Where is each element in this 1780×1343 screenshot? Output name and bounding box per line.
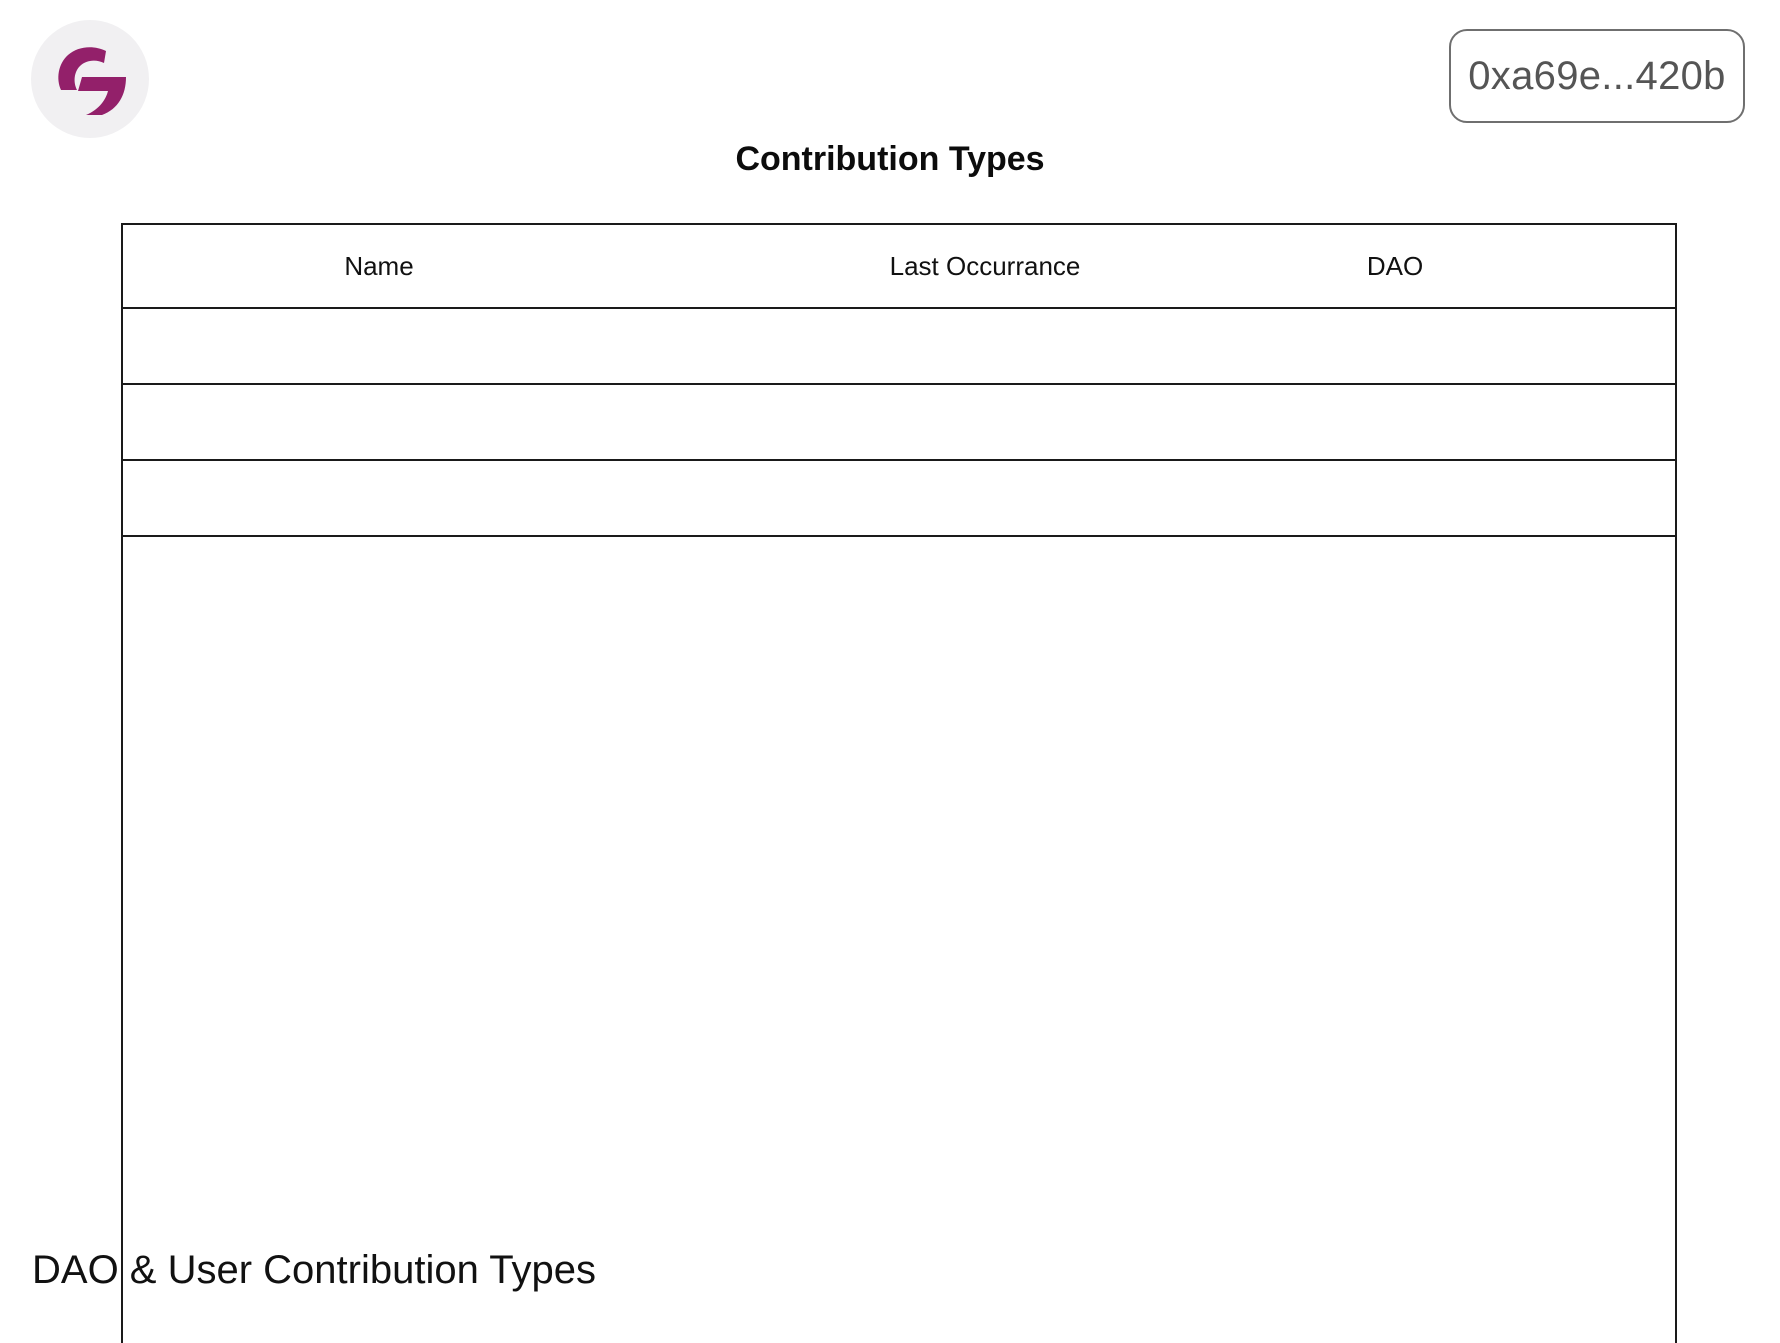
column-header-dao[interactable]: DAO (1367, 225, 1423, 307)
table-row[interactable] (123, 309, 1675, 385)
logo[interactable] (31, 20, 149, 138)
column-header-last-occurrance[interactable]: Last Occurrance (890, 225, 1081, 307)
table-row[interactable] (123, 385, 1675, 461)
page-title: Contribution Types (735, 140, 1045, 178)
table-header: Name Last Occurrance DAO (123, 225, 1675, 309)
column-header-name[interactable]: Name (344, 225, 413, 307)
contribution-types-table: Name Last Occurrance DAO (121, 223, 1677, 1343)
g-logo-icon (58, 47, 126, 115)
wallet-address-button[interactable]: 0xa69e...420b (1449, 29, 1745, 123)
footer-title: DAO & User Contribution Types (32, 1248, 596, 1292)
table-row[interactable] (123, 461, 1675, 537)
